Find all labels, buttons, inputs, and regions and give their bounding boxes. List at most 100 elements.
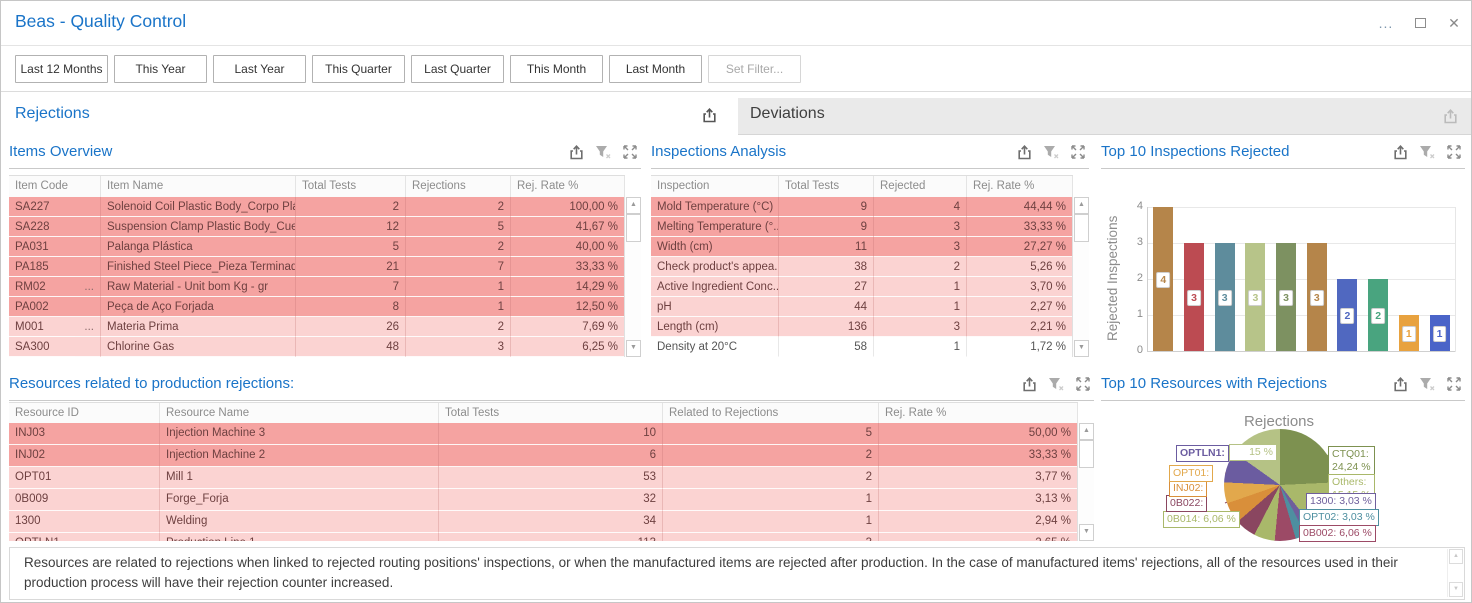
rej-rate: 3,70 % [967, 277, 1073, 297]
table-row[interactable]: 1300Welding3412,94 % [9, 511, 1078, 533]
scroll-down-button[interactable]: ▼ [1079, 524, 1094, 541]
table-row[interactable]: SA300Chlorine Gas4836,25 % [9, 337, 625, 357]
bar-value-label: 1 [1433, 326, 1447, 342]
column-header[interactable]: Total Tests [439, 403, 663, 424]
export-icon[interactable] [1015, 143, 1033, 161]
footer-scrollbar[interactable]: ▲ ▼ [1447, 549, 1463, 597]
column-header[interactable]: Resource ID [9, 403, 160, 424]
export-icon[interactable] [567, 143, 585, 161]
scroll-down-button[interactable]: ▼ [626, 340, 641, 357]
bar[interactable]: 1 [1430, 315, 1450, 351]
table-row[interactable]: Melting Temperature (°...9333,33 % [651, 217, 1073, 237]
clear-filter-icon[interactable] [1047, 375, 1065, 393]
items-scrollbar[interactable]: ▲ ▼ [624, 197, 641, 357]
filter-button-this-year[interactable]: This Year [114, 55, 207, 83]
column-header[interactable]: Item Name [101, 176, 296, 197]
filter-button-last-year[interactable]: Last Year [213, 55, 306, 83]
column-header[interactable]: Total Tests [296, 176, 406, 197]
table-row[interactable]: SA227Solenoid Coil Plastic Body_Corpo Pl… [9, 197, 625, 217]
export-icon[interactable] [1020, 375, 1038, 393]
filter-button-last-month[interactable]: Last Month [609, 55, 702, 83]
tab-deviations[interactable]: Deviations [738, 98, 1471, 135]
export-icon[interactable] [700, 106, 718, 124]
scroll-thumb[interactable] [1074, 214, 1089, 242]
scroll-thumb[interactable] [1079, 440, 1094, 468]
resource-name: Mill 1 [160, 467, 439, 489]
bar[interactable]: 3 [1245, 243, 1265, 351]
clear-filter-icon[interactable] [594, 143, 612, 161]
clear-filter-icon[interactable] [1418, 375, 1436, 393]
close-icon[interactable]: ✕ [1445, 14, 1463, 32]
table-row[interactable]: SA228Suspension Clamp Plastic Body_Cue..… [9, 217, 625, 237]
column-header[interactable]: Rej. Rate % [511, 176, 625, 197]
filter-button-this-quarter[interactable]: This Quarter [312, 55, 405, 83]
expand-icon[interactable] [1445, 375, 1463, 393]
scroll-thumb[interactable] [626, 214, 641, 242]
table-row[interactable]: pH4412,27 % [651, 297, 1073, 317]
column-header[interactable]: Rej. Rate % [967, 176, 1073, 197]
maximize-icon[interactable] [1411, 14, 1429, 32]
table-row[interactable]: OPTLN1Production Line 111332,65 % [9, 533, 1078, 541]
table-row[interactable]: PA031Palanga Plástica5240,00 % [9, 237, 625, 257]
tab-rejections[interactable]: Rejections [1, 98, 738, 134]
expand-icon[interactable] [621, 143, 639, 161]
bar[interactable]: 2 [1337, 279, 1357, 351]
table-row[interactable]: Width (cm)11327,27 % [651, 237, 1073, 257]
expand-icon[interactable] [1445, 143, 1463, 161]
export-icon[interactable] [1391, 143, 1409, 161]
bar[interactable]: 1 [1399, 315, 1419, 351]
more-options-icon[interactable]: ... [1377, 14, 1395, 32]
date-filter-toolbar: Last 12 MonthsThis YearLast YearThis Qua… [1, 46, 1471, 92]
expand-icon[interactable] [1069, 143, 1087, 161]
table-row[interactable]: OPT01Mill 15323,77 % [9, 467, 1078, 489]
bar[interactable]: 3 [1307, 243, 1327, 351]
scroll-up-button[interactable]: ▲ [1079, 423, 1094, 440]
column-header[interactable]: Resource Name [160, 403, 439, 424]
clear-filter-icon[interactable] [1418, 143, 1436, 161]
rej-rate: 2,27 % [967, 297, 1073, 317]
scroll-down-button[interactable]: ▼ [1074, 340, 1089, 357]
scroll-up-button[interactable]: ▲ [1074, 197, 1089, 214]
expand-icon[interactable] [1074, 375, 1092, 393]
bar[interactable]: 3 [1276, 243, 1296, 351]
table-row[interactable]: INJ02Injection Machine 26233,33 % [9, 445, 1078, 467]
set-filter-button[interactable]: Set Filter... [708, 55, 801, 83]
table-row[interactable]: PA002Peça de Aço Forjada8112,50 % [9, 297, 625, 317]
table-row[interactable]: M001...Materia Prima2627,69 % [9, 317, 625, 337]
bar[interactable]: 2 [1368, 279, 1388, 351]
table-row[interactable]: Density at 20°C5811,72 % [651, 337, 1073, 357]
scroll-up-button[interactable]: ▲ [626, 197, 641, 214]
table-row[interactable]: Check product's appea...3825,26 % [651, 257, 1073, 277]
column-header[interactable]: Total Tests [779, 176, 874, 197]
table-row[interactable]: Length (cm)13632,21 % [651, 317, 1073, 337]
filter-button-this-month[interactable]: This Month [510, 55, 603, 83]
scroll-up-button[interactable]: ▲ [1449, 549, 1463, 564]
bar[interactable]: 3 [1215, 243, 1235, 351]
column-header[interactable]: Rej. Rate % [879, 403, 1078, 424]
column-header[interactable]: Rejections [406, 176, 511, 197]
column-header[interactable]: Related to Rejections [663, 403, 879, 424]
bar[interactable]: 4 [1153, 207, 1173, 351]
bar[interactable]: 3 [1184, 243, 1204, 351]
column-header[interactable]: Item Code [9, 176, 101, 197]
table-row[interactable]: INJ03Injection Machine 310550,00 % [9, 423, 1078, 445]
table-row[interactable]: PA185Finished Steel Piece_Pieza Terminad… [9, 257, 625, 277]
panel-toolbar [1015, 143, 1087, 161]
export-icon[interactable] [1441, 107, 1459, 125]
pie-label-opt02: OPT02: 3,03 % [1299, 509, 1379, 526]
clear-filter-icon[interactable] [1042, 143, 1060, 161]
column-header[interactable]: Rejected [874, 176, 967, 197]
filter-button-last-12-months[interactable]: Last 12 Months [15, 55, 108, 83]
export-icon[interactable] [1391, 375, 1409, 393]
scroll-down-button[interactable]: ▼ [1449, 582, 1463, 597]
table-row[interactable]: 0B009Forge_Forja3213,13 % [9, 489, 1078, 511]
resources-scrollbar[interactable]: ▲ ▼ [1077, 423, 1094, 541]
table-row[interactable]: Mold Temperature (°C)9444,44 % [651, 197, 1073, 217]
filter-button-last-quarter[interactable]: Last Quarter [411, 55, 504, 83]
inspections-scrollbar[interactable]: ▲ ▼ [1072, 197, 1089, 357]
inspections-table-header: InspectionTotal TestsRejectedRej. Rate % [651, 175, 1073, 198]
column-header[interactable]: Inspection [651, 176, 779, 197]
table-row[interactable]: RM02...Raw Material - Unit bom Kg - gr71… [9, 277, 625, 297]
y-tick-label: 1 [1123, 308, 1143, 320]
table-row[interactable]: Active Ingredient Conc...2713,70 % [651, 277, 1073, 297]
